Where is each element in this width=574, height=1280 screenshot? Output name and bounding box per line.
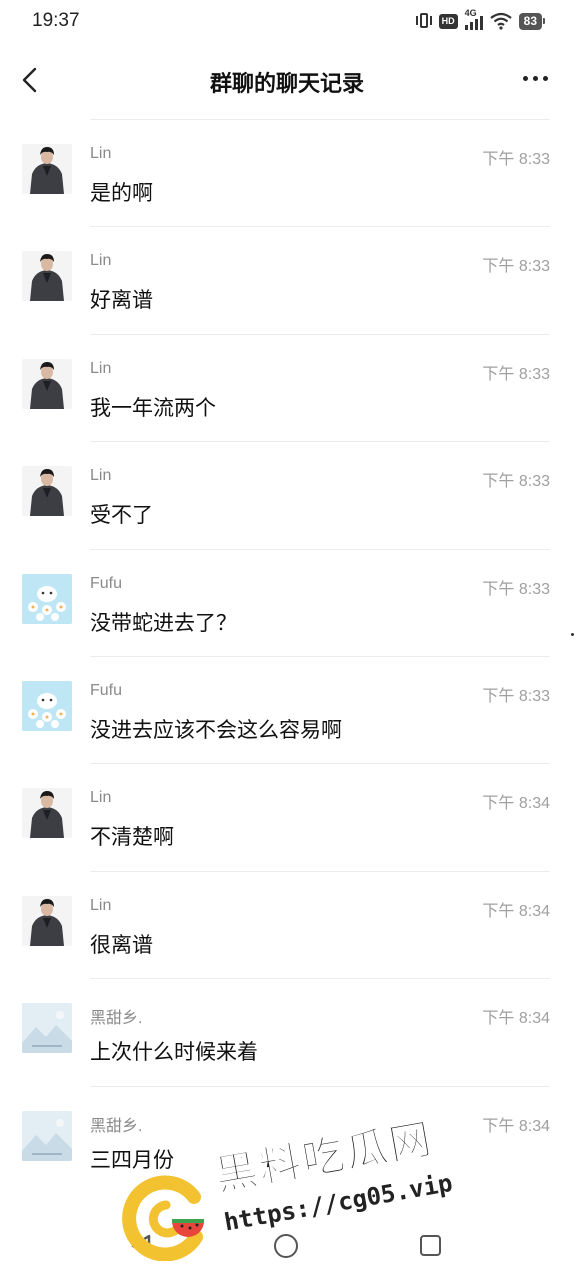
status-time: 19:37: [32, 10, 80, 31]
list-item[interactable]: Lin 下午 8:33 受不了: [22, 441, 550, 548]
avatar[interactable]: [22, 788, 72, 839]
message-time: 下午 8:33: [482, 258, 550, 276]
watermark-logo-icon: [122, 1175, 204, 1261]
message-text: 上次什么时候来着: [90, 1041, 258, 1065]
message-time: 下午 8:33: [482, 473, 550, 491]
app-header: 群聊的聊天记录: [0, 48, 574, 112]
battery-icon: 83: [518, 12, 546, 30]
message-text: 我一年流两个: [90, 396, 216, 420]
sender-name: Lin: [90, 252, 112, 270]
message-time: 下午 8:34: [482, 902, 550, 920]
list-item[interactable]: 黑甜乡. 下午 8:34 上次什么时候来着: [22, 978, 550, 1085]
message-text: 受不了: [90, 504, 153, 528]
watermark: 黑料吃瓜网 https://cg05.vip: [118, 1114, 455, 1265]
message-list[interactable]: Lin 下午 8:33 是的啊 Lin 下午 8:33 好离谱 Lin 下午 8…: [0, 119, 574, 1193]
avatar[interactable]: [22, 144, 72, 194]
avatar[interactable]: [22, 680, 72, 731]
sender-name: Fufu: [90, 681, 123, 699]
message-text: 不清楚啊: [90, 826, 174, 850]
message-text: 好离谱: [90, 289, 153, 313]
hd-badge: HD: [438, 13, 458, 29]
message-time: 下午 8:34: [482, 795, 550, 813]
list-item[interactable]: Lin 下午 8:34 很离谱: [22, 870, 550, 978]
network-type: 4G: [464, 8, 477, 18]
message-time: 下午 8:33: [482, 687, 550, 705]
sender-name: 黑甜乡.: [90, 1010, 143, 1028]
message-text: 没带蛇进去了？: [90, 611, 237, 635]
avatar[interactable]: [22, 466, 72, 517]
wifi-icon: [489, 12, 512, 30]
list-item[interactable]: Lin 下午 8:33 好离谱: [22, 226, 550, 333]
message-text: 没进去应该不会这么容易啊: [90, 718, 342, 742]
message-time: 下午 8:33: [482, 365, 550, 383]
sender-name: Lin: [90, 789, 112, 807]
avatar[interactable]: [22, 1110, 72, 1161]
list-item[interactable]: Fufu 下午 8:33 没进去应该不会这么容易啊: [22, 655, 550, 763]
sender-name: Lin: [90, 896, 112, 914]
list-item[interactable]: Lin 下午 8:33 是的啊: [22, 119, 550, 226]
sender-name: Lin: [90, 145, 112, 162]
list-item[interactable]: Lin 下午 8:33 我一年流两个: [22, 333, 550, 441]
avatar[interactable]: [22, 573, 72, 624]
message-time: 下午 8:33: [482, 580, 550, 598]
page-title: 群聊的聊天记录: [209, 71, 364, 96]
list-item[interactable]: Fufu 下午 8:33 没带蛇进去了？: [22, 548, 550, 656]
sender-name: 黑甜乡.: [90, 1117, 143, 1135]
avatar[interactable]: [22, 358, 72, 409]
avatar[interactable]: [22, 1003, 72, 1054]
more-icon[interactable]: [523, 76, 548, 81]
status-bar: 19:37 HD 4G 83: [0, 0, 574, 44]
sender-name: Lin: [90, 359, 112, 377]
message-time: 下午 8:33: [482, 151, 550, 168]
status-icons: HD 4G 83: [415, 8, 546, 30]
avatar[interactable]: [22, 895, 72, 946]
message-time: 下午 8:34: [482, 1010, 550, 1028]
signal-icon: 4G: [464, 8, 483, 30]
message-text: 很离谱: [90, 933, 153, 957]
avatar[interactable]: [22, 251, 72, 302]
list-item[interactable]: Lin 下午 8:34 不清楚啊: [22, 763, 550, 870]
message-text: 是的啊: [90, 182, 153, 205]
vibrate-icon: [415, 12, 432, 30]
message-time: 下午 8:34: [482, 1117, 550, 1135]
sender-name: Fufu: [90, 574, 123, 592]
sender-name: Lin: [90, 467, 112, 485]
